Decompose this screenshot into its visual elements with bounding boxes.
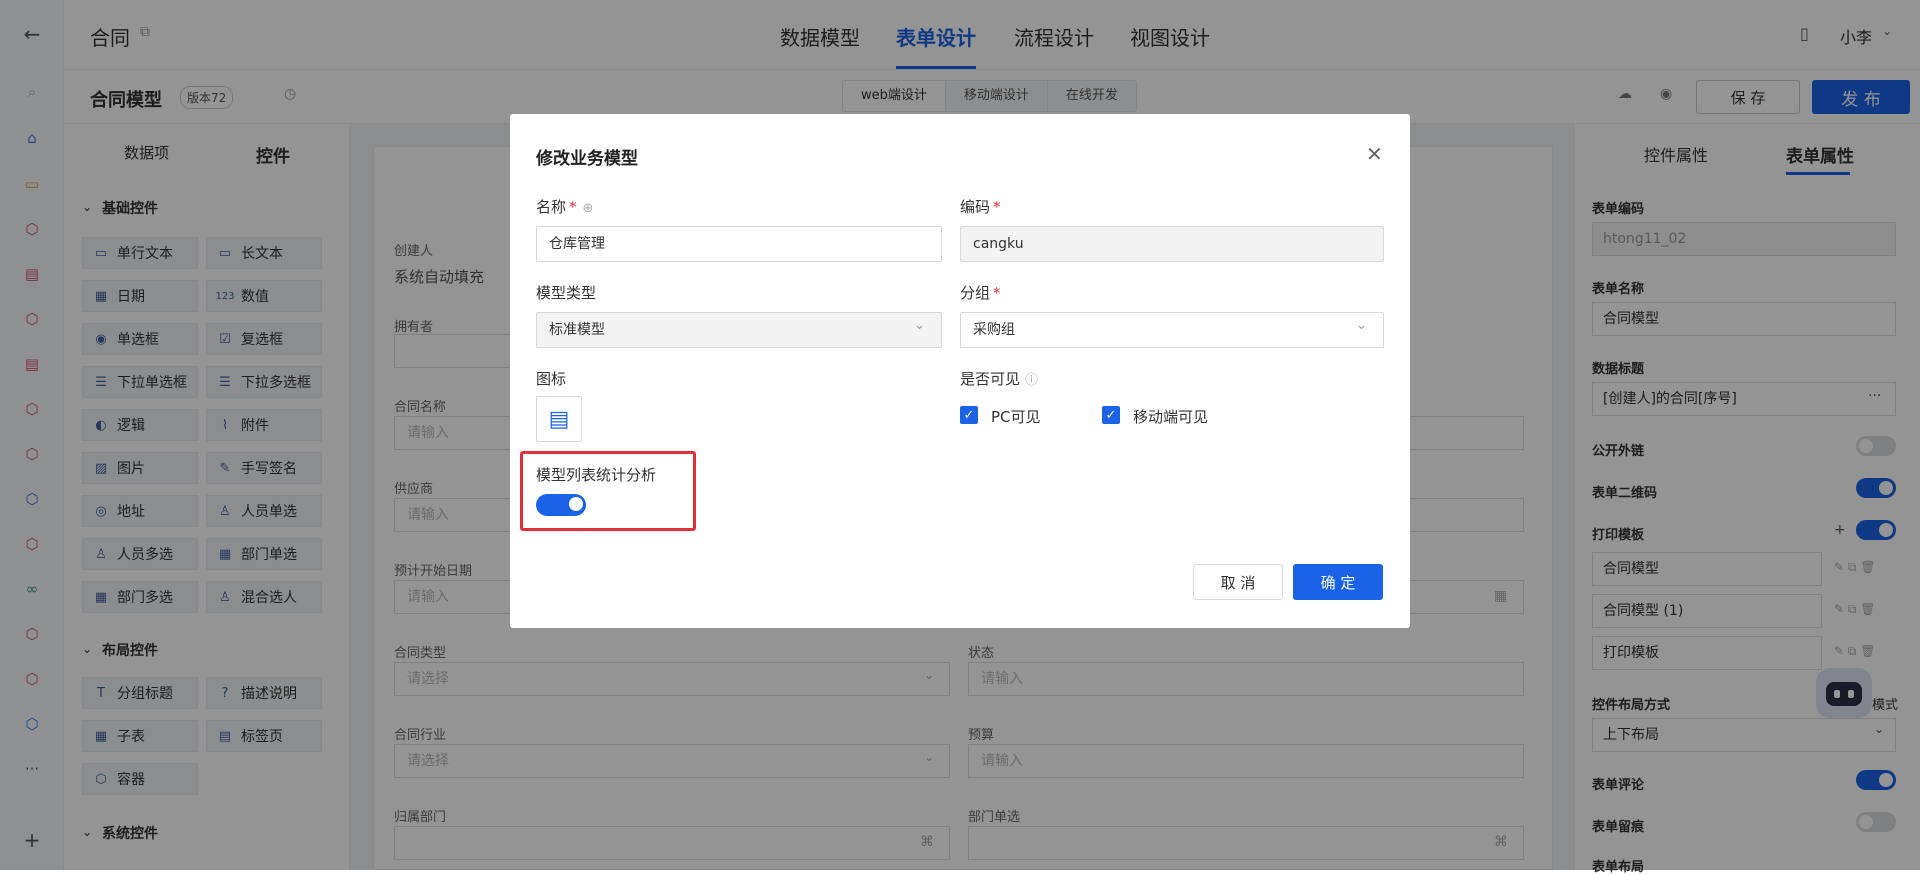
stats-toggle[interactable] bbox=[536, 494, 586, 516]
group-select[interactable]: 采购组 bbox=[960, 312, 1384, 348]
edit-model-dialog: 修改业务模型 ✕ 名称 * ⊕ 仓库管理 编码 * cangku 模型类型 标准模型 … bbox=[510, 114, 1410, 628]
name-input[interactable]: 仓库管理 bbox=[536, 226, 942, 262]
name-label: 名称 * ⊕ bbox=[536, 198, 594, 216]
check-icon: ✓ bbox=[1105, 407, 1117, 423]
icon-label: 图标 bbox=[536, 370, 567, 388]
pc-visible-checkbox[interactable]: ✓ bbox=[960, 406, 978, 424]
check-icon: ✓ bbox=[963, 407, 975, 423]
visible-label: 是否可见 ⓘ bbox=[960, 370, 1039, 388]
mobile-visible-checkbox[interactable]: ✓ bbox=[1102, 406, 1120, 424]
code-label: 编码 * bbox=[960, 198, 1001, 216]
code-input[interactable]: cangku bbox=[960, 226, 1384, 262]
required-mark: * bbox=[993, 198, 1001, 216]
chevron-down-icon: ⌄ bbox=[914, 318, 925, 333]
mobile-visible-label: 移动端可见 bbox=[1133, 408, 1209, 426]
type-select[interactable]: 标准模型 bbox=[536, 312, 942, 348]
cancel-button[interactable]: 取 消 bbox=[1193, 564, 1283, 600]
required-mark: * bbox=[569, 198, 577, 216]
globe-icon[interactable]: ⊕ bbox=[583, 201, 594, 216]
document-icon: ▤ bbox=[548, 406, 570, 432]
dialog-title: 修改业务模型 bbox=[536, 149, 638, 169]
help-icon[interactable]: ⓘ bbox=[1025, 373, 1038, 388]
group-label: 分组 * bbox=[960, 284, 1001, 302]
highlight-box bbox=[520, 451, 696, 531]
type-label: 模型类型 bbox=[536, 284, 597, 302]
chevron-down-icon: ⌄ bbox=[1356, 318, 1367, 333]
pc-visible-label: PC可见 bbox=[991, 408, 1041, 426]
required-mark: * bbox=[993, 284, 1001, 302]
ok-button[interactable]: 确 定 bbox=[1293, 564, 1383, 600]
stats-label: 模型列表统计分析 bbox=[536, 466, 657, 484]
model-icon-picker[interactable]: ▤ bbox=[536, 396, 582, 442]
close-icon[interactable]: ✕ bbox=[1366, 142, 1383, 166]
